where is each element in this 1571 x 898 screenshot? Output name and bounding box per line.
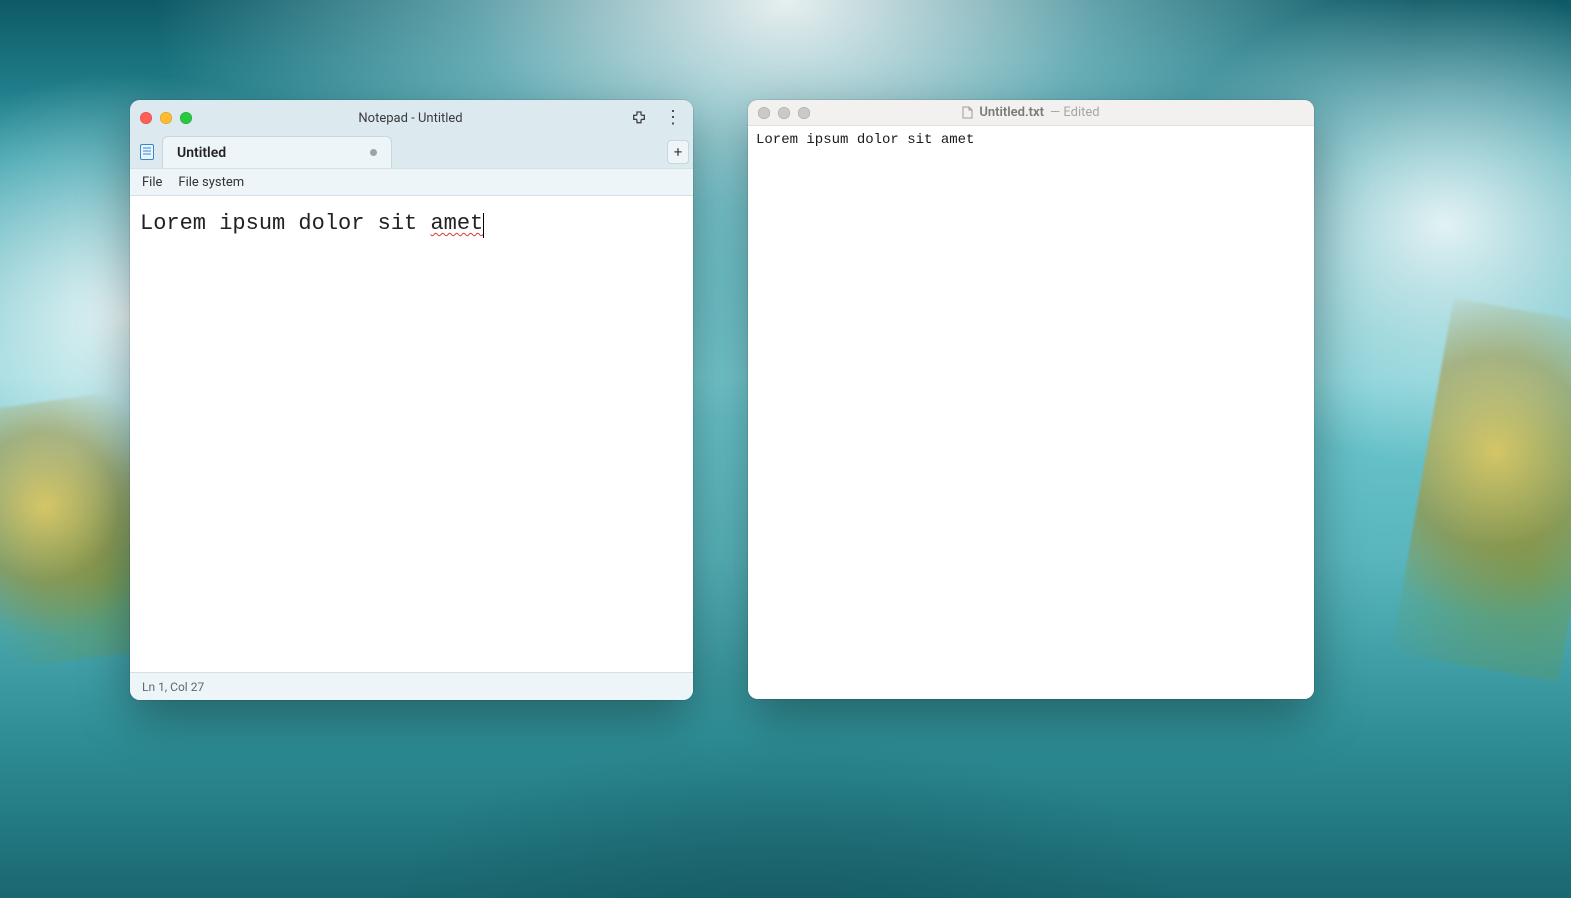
notepad-statusbar: Ln 1, Col 27 [130, 672, 693, 700]
text-caret-icon [483, 213, 484, 238]
notepad-tab-untitled[interactable]: Untitled [162, 136, 392, 168]
kebab-icon: ⋮ [664, 109, 682, 127]
desktop-background: Notepad - Untitled ⋮ [0, 0, 1571, 898]
notepad-app-icon [136, 136, 158, 168]
unsaved-indicator-icon [370, 149, 377, 156]
minimize-window-button[interactable] [778, 107, 790, 119]
document-icon [962, 106, 973, 119]
textedit-text-editor[interactable]: Lorem ipsum dolor sit amet [748, 126, 1314, 699]
notepad-menubar: File File system [130, 168, 693, 196]
editor-text: Lorem ipsum dolor sit [140, 211, 430, 236]
decorative-foliage-right [1391, 298, 1571, 682]
plus-icon: + [674, 143, 683, 161]
minimize-window-button[interactable] [160, 112, 172, 124]
cursor-position: Ln 1, Col 27 [142, 680, 204, 694]
notepad-tabstrip: Untitled + [130, 136, 693, 168]
editor-text-spellerror: amet [430, 211, 483, 236]
notepad-window-title: Notepad - Untitled [200, 111, 621, 126]
zoom-window-button[interactable] [798, 107, 810, 119]
window-controls [758, 107, 810, 119]
new-tab-button[interactable]: + [667, 140, 689, 164]
textedit-window: Untitled.txt — Edited Lorem ipsum dolor … [748, 100, 1314, 699]
zoom-window-button[interactable] [180, 112, 192, 124]
window-controls [140, 112, 192, 124]
more-menu-button[interactable]: ⋮ [663, 108, 683, 128]
close-window-button[interactable] [140, 112, 152, 124]
close-window-button[interactable] [758, 107, 770, 119]
notepad-window: Notepad - Untitled ⋮ [130, 100, 693, 700]
menu-file-system[interactable]: File system [178, 175, 244, 190]
extensions-icon[interactable] [629, 108, 649, 128]
tab-label: Untitled [177, 145, 226, 161]
textedit-filename: Untitled.txt [979, 105, 1044, 120]
titlebar-actions: ⋮ [629, 108, 683, 128]
editor-text: Lorem ipsum dolor sit amet [756, 132, 974, 148]
textedit-titlebar[interactable]: Untitled.txt — Edited [748, 100, 1314, 126]
menu-file[interactable]: File [142, 175, 162, 190]
notepad-titlebar[interactable]: Notepad - Untitled ⋮ [130, 100, 693, 136]
notepad-text-editor[interactable]: Lorem ipsum dolor sit amet [130, 196, 693, 672]
textedit-edited-flag: — Edited [1050, 105, 1100, 120]
textedit-title: Untitled.txt — Edited [818, 105, 1244, 120]
